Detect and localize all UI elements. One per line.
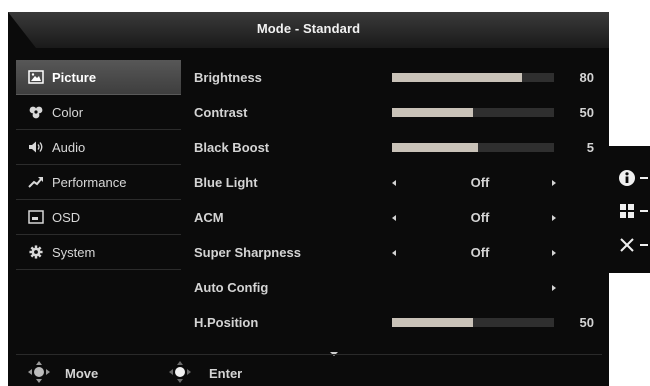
arrow-left-icon[interactable] (392, 215, 396, 221)
setting-label: Auto Config (194, 280, 269, 295)
sidebar-item-label: System (52, 245, 96, 260)
sidebar-item-label: OSD (52, 210, 81, 225)
hotkey-dash (640, 177, 648, 179)
enter-hint-label: Enter (209, 366, 243, 381)
menu-icon (620, 204, 634, 218)
palette-icon (28, 105, 44, 119)
sidebar-item-label: Picture (52, 70, 97, 85)
sidebar-item-label: Color (52, 105, 84, 120)
sidebar: Picture Color Audio Performance OSD Syst… (16, 60, 181, 270)
trend-up-icon (28, 175, 44, 189)
setting-h-position[interactable]: H.Position 50 (194, 305, 604, 340)
sidebar-item-audio[interactable]: Audio (16, 130, 181, 165)
picture-icon (28, 70, 44, 84)
header-bar: Mode - Standard (8, 12, 609, 48)
h-position-slider-fill (392, 318, 473, 327)
close-icon (620, 238, 634, 252)
arrow-right-icon[interactable] (552, 250, 556, 256)
osd-menu: Mode - Standard Picture Color Audio Perf… (8, 12, 609, 386)
arrow-left-icon[interactable] (392, 180, 396, 186)
arrow-right-icon[interactable] (552, 285, 556, 291)
menu-hotkey[interactable] (609, 193, 650, 229)
contrast-slider-fill (392, 108, 473, 117)
setting-black-boost[interactable]: Black Boost 5 (194, 130, 604, 165)
super-sharpness-value: Off (470, 245, 490, 260)
dpad-move-icon (27, 360, 51, 386)
sidebar-item-performance[interactable]: Performance (16, 165, 181, 200)
h-position-slider[interactable] (392, 318, 554, 327)
sidebar-item-color[interactable]: Color (16, 95, 181, 130)
info-icon (619, 170, 635, 186)
close-hotkey[interactable] (609, 227, 650, 263)
dpad-enter-icon (168, 360, 192, 386)
contrast-value: 50 (579, 105, 594, 120)
black-boost-slider[interactable] (392, 143, 554, 152)
osd-icon (28, 210, 44, 224)
hotkey-panel (609, 146, 650, 273)
brightness-slider[interactable] (392, 73, 554, 82)
settings-list: Brightness 80 Contrast 50 Black Boost 5 … (194, 60, 604, 340)
brightness-value: 80 (579, 70, 594, 85)
setting-brightness[interactable]: Brightness 80 (194, 60, 604, 95)
move-hint-label: Move (65, 366, 99, 381)
mode-title: Mode - Standard (256, 21, 361, 36)
black-boost-slider-fill (392, 143, 478, 152)
setting-contrast[interactable]: Contrast 50 (194, 95, 604, 130)
arrow-right-icon[interactable] (552, 215, 556, 221)
black-boost-value: 5 (586, 140, 594, 155)
arrow-left-icon[interactable] (392, 250, 396, 256)
blue-light-value: Off (470, 175, 490, 190)
setting-label: ACM (194, 210, 224, 225)
speaker-icon (28, 140, 44, 154)
sidebar-item-label: Audio (52, 140, 86, 155)
brightness-slider-fill (392, 73, 522, 82)
setting-label: Contrast (194, 105, 248, 120)
setting-acm[interactable]: ACM Off (194, 200, 604, 235)
setting-auto-config[interactable]: Auto Config (194, 270, 604, 305)
arrow-right-icon[interactable] (552, 180, 556, 186)
acm-value: Off (470, 210, 490, 225)
sidebar-item-osd[interactable]: OSD (16, 200, 181, 235)
sidebar-item-label: Performance (52, 175, 127, 190)
setting-label: Black Boost (194, 140, 270, 155)
sidebar-item-system[interactable]: System (16, 235, 181, 270)
footer-divider (16, 354, 602, 355)
sidebar-item-picture[interactable]: Picture (16, 60, 181, 95)
setting-label: H.Position (194, 315, 259, 330)
hotkey-dash (640, 244, 648, 246)
setting-label: Super Sharpness (194, 245, 301, 260)
setting-super-sharpness[interactable]: Super Sharpness Off (194, 235, 604, 270)
footer-hints: Move Enter (8, 359, 609, 386)
h-position-value: 50 (579, 315, 594, 330)
hotkey-dash (640, 210, 648, 212)
info-hotkey[interactable] (609, 160, 650, 196)
gear-icon (28, 245, 44, 259)
contrast-slider[interactable] (392, 108, 554, 117)
setting-blue-light[interactable]: Blue Light Off (194, 165, 604, 200)
setting-label: Brightness (194, 70, 262, 85)
setting-label: Blue Light (194, 175, 258, 190)
